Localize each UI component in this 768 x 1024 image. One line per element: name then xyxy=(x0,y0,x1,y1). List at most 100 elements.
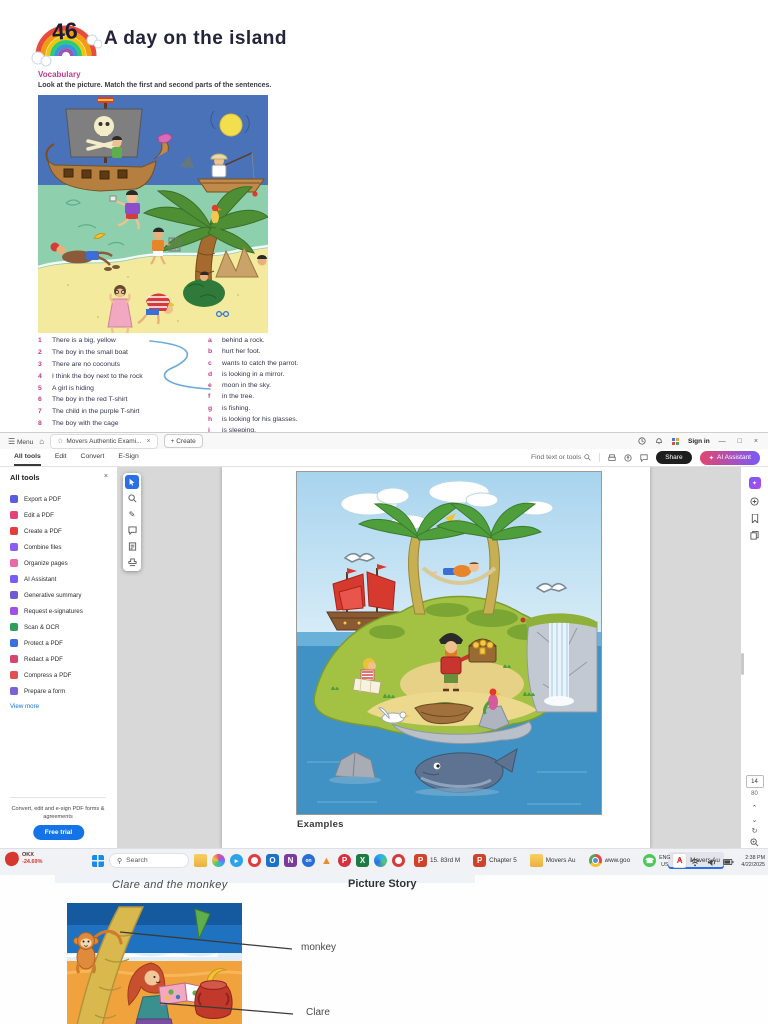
tool-item[interactable]: Request e-signatures xyxy=(10,603,83,619)
previous-page-icon[interactable]: ⌃ xyxy=(752,805,758,812)
stamp-tool[interactable] xyxy=(125,555,139,569)
panel-drag-handle[interactable] xyxy=(741,653,744,675)
sign-in-button[interactable]: Sign in xyxy=(688,438,710,445)
taskbar-window-button[interactable]: Movers Au xyxy=(526,853,580,868)
clock[interactable]: 2:38 PM 4/22/2025 xyxy=(741,855,765,868)
tab-close-icon[interactable]: × xyxy=(147,438,151,445)
nav-tab[interactable]: Convert xyxy=(81,449,105,466)
taskbar-window-button[interactable]: Chapter 5 xyxy=(469,853,521,868)
wifi-icon[interactable] xyxy=(690,858,700,867)
tool-item[interactable]: Edit a PDF xyxy=(10,507,83,523)
window-close-button[interactable]: × xyxy=(754,438,758,445)
select-tool[interactable] xyxy=(125,475,139,489)
print-icon[interactable] xyxy=(608,453,616,462)
battery-icon[interactable] xyxy=(723,858,734,866)
pdf-page[interactable]: Examples xyxy=(222,467,650,849)
match-right-item[interactable]: c wants to catch the parrot. xyxy=(208,360,298,371)
share-file-icon[interactable] xyxy=(624,453,632,462)
match-right-item[interactable]: h is looking for his glasses. xyxy=(208,416,298,427)
tool-item[interactable]: Create a PDF xyxy=(10,523,83,539)
apps-grid-icon[interactable] xyxy=(672,437,679,445)
start-button[interactable] xyxy=(92,854,104,867)
zoom-in-icon[interactable] xyxy=(749,836,761,848)
taskbar-app-icon[interactable] xyxy=(212,854,225,867)
match-left-item[interactable]: 8 The boy with the cage xyxy=(38,420,143,432)
match-left-item[interactable]: 2 The boy in the small boat xyxy=(38,349,143,361)
hidden-icons-chevron[interactable]: ⌃ xyxy=(678,858,684,866)
tool-item[interactable]: Organize pages xyxy=(10,555,83,571)
tool-item[interactable]: Generative summary xyxy=(10,587,83,603)
taskbar-app-icon[interactable] xyxy=(194,854,207,867)
comment-tool[interactable] xyxy=(125,523,139,537)
next-page-icon[interactable]: ⌄ xyxy=(752,817,758,824)
taskbar-app-icon[interactable] xyxy=(248,854,261,867)
match-left-item[interactable]: 5 A girl is hiding xyxy=(38,385,143,397)
nav-tab[interactable]: E-Sign xyxy=(118,449,138,466)
taskbar-app-icon[interactable] xyxy=(320,854,333,867)
view-more-link[interactable]: View more xyxy=(10,703,39,710)
comments-rail-icon[interactable] xyxy=(749,495,761,507)
comment-icon[interactable] xyxy=(640,453,648,462)
match-right-item[interactable]: b hurt her foot. xyxy=(208,348,298,359)
nav-tab[interactable]: Edit xyxy=(55,449,67,466)
match-left-item[interactable]: 7 The child in the purple T-shirt xyxy=(38,408,143,420)
match-left-item[interactable]: 6 The boy in the red T-shirt xyxy=(38,396,143,408)
taskbar-app-icon[interactable] xyxy=(284,854,297,867)
taskbar-app-icon[interactable] xyxy=(356,854,369,867)
taskbar-app-icon[interactable] xyxy=(302,854,315,867)
panel-close-icon[interactable]: × xyxy=(104,473,108,480)
tool-item[interactable]: Redact a PDF xyxy=(10,651,83,667)
taskbar-app-icon[interactable] xyxy=(266,854,279,867)
refresh-icon[interactable]: ↻ xyxy=(752,828,758,835)
tool-item[interactable]: Export a PDF xyxy=(10,491,83,507)
match-right-item[interactable]: f in the tree. xyxy=(208,393,298,404)
match-right-item[interactable]: d is looking in a mirror. xyxy=(208,371,298,382)
history-clock-icon[interactable] xyxy=(638,437,646,445)
sign-tool[interactable]: ✎ xyxy=(125,507,139,521)
ai-assistant-button[interactable]: ✦ AI Assistant xyxy=(699,450,760,465)
tool-item[interactable]: Compress a PDF xyxy=(10,667,83,683)
match-right-item[interactable]: g is fishing. xyxy=(208,405,298,416)
match-left-item[interactable]: 4 I think the boy next to the rock xyxy=(38,373,143,385)
taskbar-window-button[interactable]: www.goo xyxy=(585,853,635,868)
tool-item[interactable]: Prepare a form xyxy=(10,683,83,699)
taskbar-app-icon[interactable] xyxy=(338,854,351,867)
edit-page-tool[interactable] xyxy=(125,539,139,553)
zoom-tool[interactable] xyxy=(125,491,139,505)
tool-item[interactable]: Protect a PDF xyxy=(10,635,83,651)
volume-icon[interactable] xyxy=(707,858,716,867)
notifications-bell-icon[interactable] xyxy=(655,437,663,445)
bookmarks-rail-icon[interactable] xyxy=(749,512,761,524)
match-left-item[interactable]: 3 There are no coconuts xyxy=(38,361,143,373)
create-tab-button[interactable]: + Create xyxy=(163,434,203,448)
find-input[interactable]: Find text or tools xyxy=(531,454,591,461)
window-maximize-button[interactable]: □ xyxy=(738,438,742,445)
all-tools-panel: All tools × Export a PDF Edit a PDF Crea… xyxy=(0,467,118,849)
item-text: hurt her foot. xyxy=(222,348,261,356)
window-minimize-button[interactable]: — xyxy=(719,438,726,445)
match-right-item[interactable]: e moon in the sky. xyxy=(208,382,298,393)
tool-item[interactable]: Combine files xyxy=(10,539,83,555)
match-left-item[interactable]: 1 There is a big, yellow xyxy=(38,337,143,349)
menu-button[interactable]: ☰ Menu xyxy=(8,437,33,446)
taskbar-app-icon[interactable] xyxy=(374,854,387,867)
match-right-item[interactable]: a behind a rock. xyxy=(208,337,298,348)
language-indicator[interactable]: ENG US xyxy=(659,855,670,868)
tool-item[interactable]: AI Assistant xyxy=(10,571,83,587)
home-icon[interactable]: ⌂ xyxy=(39,437,44,446)
ai-assistant-rail-icon[interactable]: ✦ xyxy=(748,477,761,489)
taskbar-window-button[interactable]: 15. 83rd M xyxy=(410,853,464,868)
share-button[interactable]: Share xyxy=(656,451,692,464)
stock-widget[interactable]: OKX -24.69% xyxy=(3,850,43,868)
taskbar-search[interactable]: ⚲ Search xyxy=(109,853,189,868)
document-tab[interactable]: ☆ Movers Authentic Exami... × xyxy=(50,433,158,449)
taskbar-app-icon[interactable] xyxy=(392,854,405,867)
taskbar-app-icon[interactable] xyxy=(230,854,243,867)
pages-rail-icon[interactable] xyxy=(749,529,761,541)
item-text: There is a big, yellow xyxy=(52,337,116,344)
nav-tab[interactable]: All tools xyxy=(14,449,41,466)
page-number-input[interactable]: 14 xyxy=(745,775,764,788)
star-icon[interactable]: ☆ xyxy=(57,437,63,445)
tool-item[interactable]: Scan & OCR xyxy=(10,619,83,635)
free-trial-button[interactable]: Free trial xyxy=(32,825,85,840)
